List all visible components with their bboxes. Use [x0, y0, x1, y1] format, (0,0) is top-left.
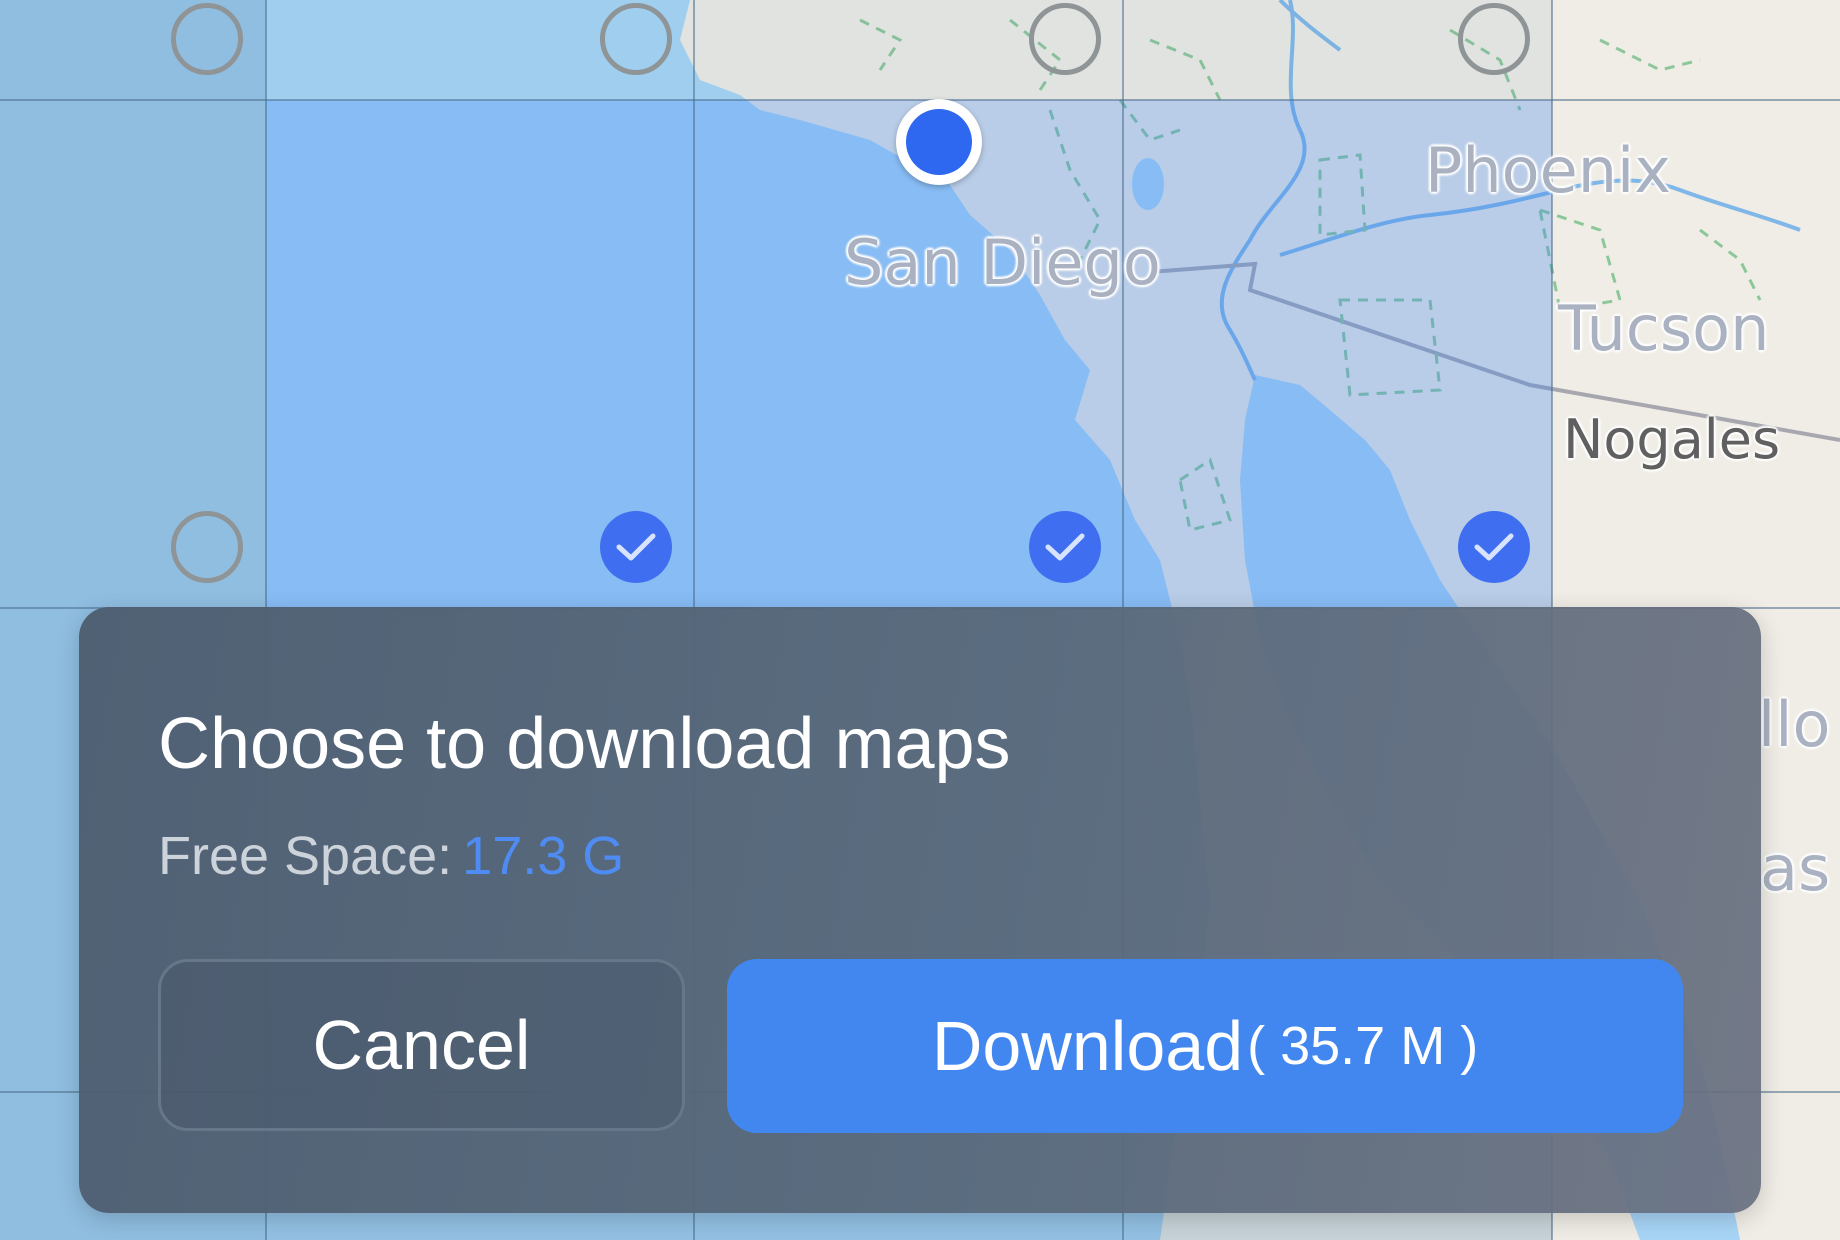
unselected-tile-top-row[interactable]	[266, 0, 1552, 100]
dialog-title: Choose to download maps	[158, 704, 1011, 784]
city-label-tucson: Tucson	[1558, 292, 1770, 365]
download-size-label: ( 35.7 M )	[1247, 1016, 1479, 1076]
tile-selected-toggle[interactable]	[1029, 511, 1101, 583]
city-label-partial-2: as	[1760, 832, 1831, 905]
checkmark-icon	[1045, 533, 1085, 561]
checkmark-icon	[1474, 533, 1514, 561]
tile-selected-toggle[interactable]	[1458, 511, 1530, 583]
city-label-partial-1: llo	[1758, 688, 1831, 761]
free-space-row: Free Space: 17.3 G	[158, 825, 624, 887]
tile-unselected-toggle[interactable]	[1458, 3, 1530, 75]
city-label-san-diego: San Diego	[844, 226, 1161, 299]
free-space-label: Free Space:	[158, 826, 453, 886]
free-space-value: 17.3 G	[462, 826, 625, 886]
checkmark-icon	[616, 533, 656, 561]
download-button-label: Download	[931, 1007, 1244, 1085]
map-download-screen: Phoenix San Diego Tucson Nogales llo as …	[0, 0, 1840, 1240]
city-label-nogales: Nogales	[1563, 408, 1781, 471]
tile-unselected-toggle[interactable]	[600, 3, 672, 75]
tile-selected-toggle[interactable]	[600, 511, 672, 583]
tile-unselected-toggle[interactable]	[171, 511, 243, 583]
tile-unselected-toggle[interactable]	[1029, 3, 1101, 75]
current-location-marker	[896, 99, 982, 185]
download-maps-dialog: Choose to download maps Free Space: 17.3 …	[79, 607, 1761, 1213]
download-button[interactable]: Download( 35.7 M )	[727, 959, 1683, 1133]
tile-unselected-toggle[interactable]	[171, 3, 243, 75]
cancel-button[interactable]: Cancel	[158, 959, 685, 1131]
city-label-phoenix: Phoenix	[1425, 134, 1671, 207]
